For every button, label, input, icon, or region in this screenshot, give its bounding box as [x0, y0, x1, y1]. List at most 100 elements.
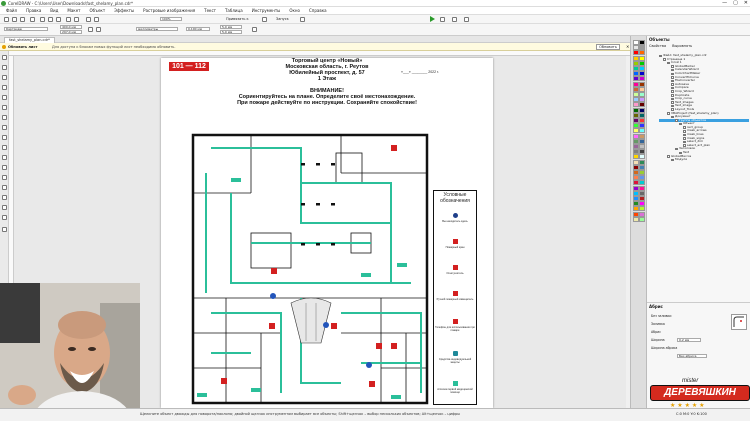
you-are-here-icon: [452, 213, 458, 218]
tree-node-icon: [683, 137, 686, 140]
width-option[interactable]: Ширина: [651, 336, 677, 344]
smart-fill-icon[interactable]: [2, 215, 7, 220]
macro-manager-icon[interactable]: [464, 17, 469, 22]
warning-block[interactable]: ВНИМАНИЕ! Сориентируйтесь на плане. Опре…: [161, 88, 493, 106]
welcome-icon[interactable]: [300, 17, 305, 22]
menu-help[interactable]: Справка: [309, 8, 327, 13]
all-pages-icon[interactable]: [252, 27, 257, 32]
crop-tool-icon[interactable]: [2, 75, 7, 80]
width-field[interactable]: 0,2 мм: [677, 338, 701, 342]
add-tool-icon[interactable]: [2, 227, 7, 232]
parallel-dimension-icon[interactable]: [2, 155, 7, 160]
zoom-select[interactable]: 100%: [160, 17, 182, 21]
open-icon[interactable]: [12, 17, 17, 22]
plan-header[interactable]: Торговый центр «Новый» Московская област…: [161, 58, 493, 82]
header-line-4: 1 Этаж: [317, 76, 337, 82]
connector-tool-icon[interactable]: [2, 165, 7, 170]
menu-layout[interactable]: Макет: [67, 8, 80, 13]
tree-node-icon: [683, 126, 686, 129]
menu-tools[interactable]: Инструменты: [252, 8, 281, 13]
menu-table[interactable]: Таблица: [225, 8, 243, 13]
paste-icon[interactable]: [56, 17, 61, 22]
transparency-icon[interactable]: [2, 185, 7, 190]
zoom-tool-icon[interactable]: [2, 85, 7, 90]
status-color-info: C:0 M:0 Y:0 K:100: [676, 412, 707, 416]
portrait-icon[interactable]: [88, 27, 93, 32]
update-hint-bar: Обновить лист Для доступа к блокам новых…: [0, 43, 640, 51]
import-icon[interactable]: [86, 17, 91, 22]
pick-tool-icon[interactable]: [2, 55, 7, 60]
eyedropper-icon[interactable]: [2, 195, 7, 200]
run-macro-icon[interactable]: [430, 16, 435, 22]
menu-edit[interactable]: Правка: [26, 8, 41, 13]
menu-view[interactable]: Вид: [50, 8, 58, 13]
options-icon[interactable]: [262, 17, 267, 22]
webcam-overlay: [0, 283, 140, 421]
undo-icon[interactable]: [66, 17, 71, 22]
objects-docker: Объекты Свойства Выровнять Файл: fast_sh…: [646, 36, 750, 408]
menu-window[interactable]: Окно: [289, 8, 300, 13]
record-macro-icon[interactable]: [452, 17, 457, 22]
color-swatch[interactable]: [639, 216, 645, 222]
minimize-button[interactable]: —: [722, 0, 727, 6]
page-width-field[interactable]: 400,0 мм: [60, 25, 82, 29]
save-icon[interactable]: [20, 17, 25, 22]
export-icon[interactable]: [94, 17, 99, 22]
document-page[interactable]: 101 — 112 Торговый центр «Новый» Московс…: [161, 58, 493, 408]
nudge-field[interactable]: 0,100 мм: [186, 27, 210, 31]
tree-node-icon: [671, 65, 674, 68]
tab-properties[interactable]: Свойства: [649, 44, 666, 48]
app-icon: [1, 1, 6, 6]
maximize-button[interactable]: ▢: [733, 0, 738, 6]
tree-item[interactable]: Модули: [659, 158, 749, 162]
interactive-fill-icon[interactable]: [2, 205, 7, 210]
units-select[interactable]: миллиметры: [136, 27, 178, 31]
snap-to-dropdown[interactable]: Привязать к: [226, 17, 249, 21]
menu-text[interactable]: Текст: [204, 8, 216, 13]
close-button[interactable]: ✕: [744, 0, 748, 6]
polygon-tool-icon[interactable]: [2, 135, 7, 140]
text-tool-icon[interactable]: [2, 145, 7, 150]
freehand-tool-icon[interactable]: [2, 95, 7, 100]
stop-macro-icon[interactable]: [440, 17, 445, 22]
menu-file[interactable]: Файл: [6, 8, 17, 13]
document-tabs: fast_shelamy_plan.cdr*: [0, 36, 640, 43]
plan-date[interactable]: «___» ________ 2022 г.: [401, 70, 439, 74]
property-bar: Картридж 400,0 мм 297,0 мм миллиметры 0,…: [0, 24, 750, 36]
object-tree[interactable]: Файл: fast_shelamy_plan.cdr Страница 1 Сло…: [659, 53, 749, 162]
print-icon[interactable]: [30, 17, 35, 22]
artistic-media-icon[interactable]: [2, 105, 7, 110]
rectangle-tool-icon[interactable]: [2, 115, 7, 120]
cut-icon[interactable]: [40, 17, 45, 22]
page-preset-select[interactable]: Картридж: [4, 27, 48, 31]
outline-width-option[interactable]: Ширина абриса: [651, 344, 677, 352]
menu-effects[interactable]: Эффекты: [114, 8, 134, 13]
update-button[interactable]: Обновить: [596, 44, 620, 50]
menu-bitmaps[interactable]: Растровые изображения: [143, 8, 195, 13]
launch-dropdown[interactable]: Запуск: [276, 17, 289, 21]
shape-tool-icon[interactable]: [2, 65, 7, 70]
ellipse-tool-icon[interactable]: [2, 125, 7, 130]
drop-shadow-icon[interactable]: [2, 175, 7, 180]
copy-icon[interactable]: [48, 17, 53, 22]
tree-node-icon: [667, 112, 670, 115]
menu-object[interactable]: Объект: [90, 8, 106, 13]
webcam-person-image: [0, 283, 140, 421]
page-height-field[interactable]: 297,0 мм: [60, 30, 82, 34]
no-fill-option[interactable]: Без заливки: [651, 312, 677, 320]
outline-option[interactable]: Абрис: [651, 328, 677, 336]
redo-icon[interactable]: [74, 17, 79, 22]
floor-plan-drawing[interactable]: [191, 133, 431, 405]
new-icon[interactable]: [4, 17, 9, 22]
legend-box[interactable]: Условные обозначения Вы находитесь здесь…: [433, 190, 477, 405]
outline-field[interactable]: Без абриса: [677, 354, 707, 358]
tab-align[interactable]: Выровнять: [672, 44, 692, 48]
duplicate-y-field[interactable]: 5,0 мм: [220, 30, 242, 34]
landscape-icon[interactable]: [96, 27, 101, 32]
logo-small-text: mister: [680, 378, 701, 384]
duplicate-x-field[interactable]: 5,0 мм: [220, 25, 242, 29]
close-icon[interactable]: ✕: [626, 44, 629, 49]
standard-toolbar: 100% Привязать к Запуск: [0, 15, 750, 24]
tree-node-icon: [671, 90, 674, 93]
fill-option[interactable]: Заливка: [651, 320, 677, 328]
